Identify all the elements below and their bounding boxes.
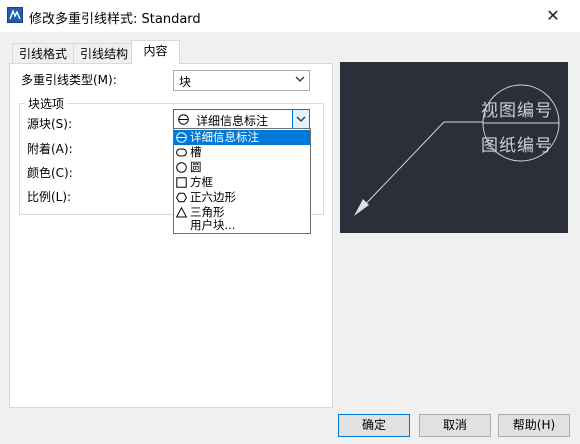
preview-text-sheet-number: 图纸编号: [481, 136, 553, 156]
color-label: 颜色(C):: [27, 166, 73, 180]
dropdown-button[interactable]: [292, 110, 309, 129]
source-block-select[interactable]: 详细信息标注: [173, 109, 310, 130]
window-title: 修改多重引线样式: Standard: [29, 12, 201, 27]
ok-button[interactable]: 确定: [338, 414, 410, 437]
mleader-type-select[interactable]: 块: [173, 70, 310, 91]
tab-content[interactable]: 内容: [131, 40, 180, 64]
option-user-block[interactable]: 用户块...: [174, 218, 310, 233]
mleader-type-value: 块: [179, 75, 192, 89]
app-icon: [7, 7, 23, 23]
circle-icon: [176, 162, 187, 173]
option-box[interactable]: 方框: [174, 175, 310, 190]
chevron-down-icon: [296, 116, 306, 122]
attachment-label: 附着(A):: [27, 142, 73, 156]
chevron-down-icon: [295, 76, 305, 82]
triangle-icon: [176, 207, 187, 218]
source-block-value: 详细信息标注: [196, 114, 269, 128]
block-options-label: 块选项: [25, 95, 68, 112]
box-icon: [176, 177, 187, 188]
option-detail-callout[interactable]: 详细信息标注: [174, 130, 310, 145]
preview-text-view-number: 视图编号: [481, 101, 553, 121]
cancel-button[interactable]: 取消: [419, 414, 491, 437]
preview-pane: 视图编号 图纸编号: [340, 62, 568, 233]
mleader-type-label: 多重引线类型(M):: [21, 73, 117, 87]
help-button[interactable]: 帮助(H): [498, 414, 570, 437]
source-block-dropdown[interactable]: 详细信息标注 槽 圆 方框 正六边形 三角形 用户块...: [173, 128, 311, 234]
tab-leader-format[interactable]: 引线格式: [12, 43, 74, 64]
option-slot[interactable]: 槽: [174, 145, 310, 160]
scale-label: 比例(L):: [27, 190, 72, 204]
option-circle[interactable]: 圆: [174, 160, 310, 175]
hexagon-icon: [176, 192, 187, 203]
slot-icon: [176, 148, 187, 157]
circle-line-icon: [176, 132, 187, 143]
source-block-label: 源块(S):: [27, 117, 73, 131]
option-hexagon[interactable]: 正六边形: [174, 190, 310, 205]
circle-line-icon: [178, 114, 189, 125]
close-icon[interactable]: ✕: [542, 6, 564, 26]
tab-leader-structure[interactable]: 引线结构: [73, 43, 135, 64]
